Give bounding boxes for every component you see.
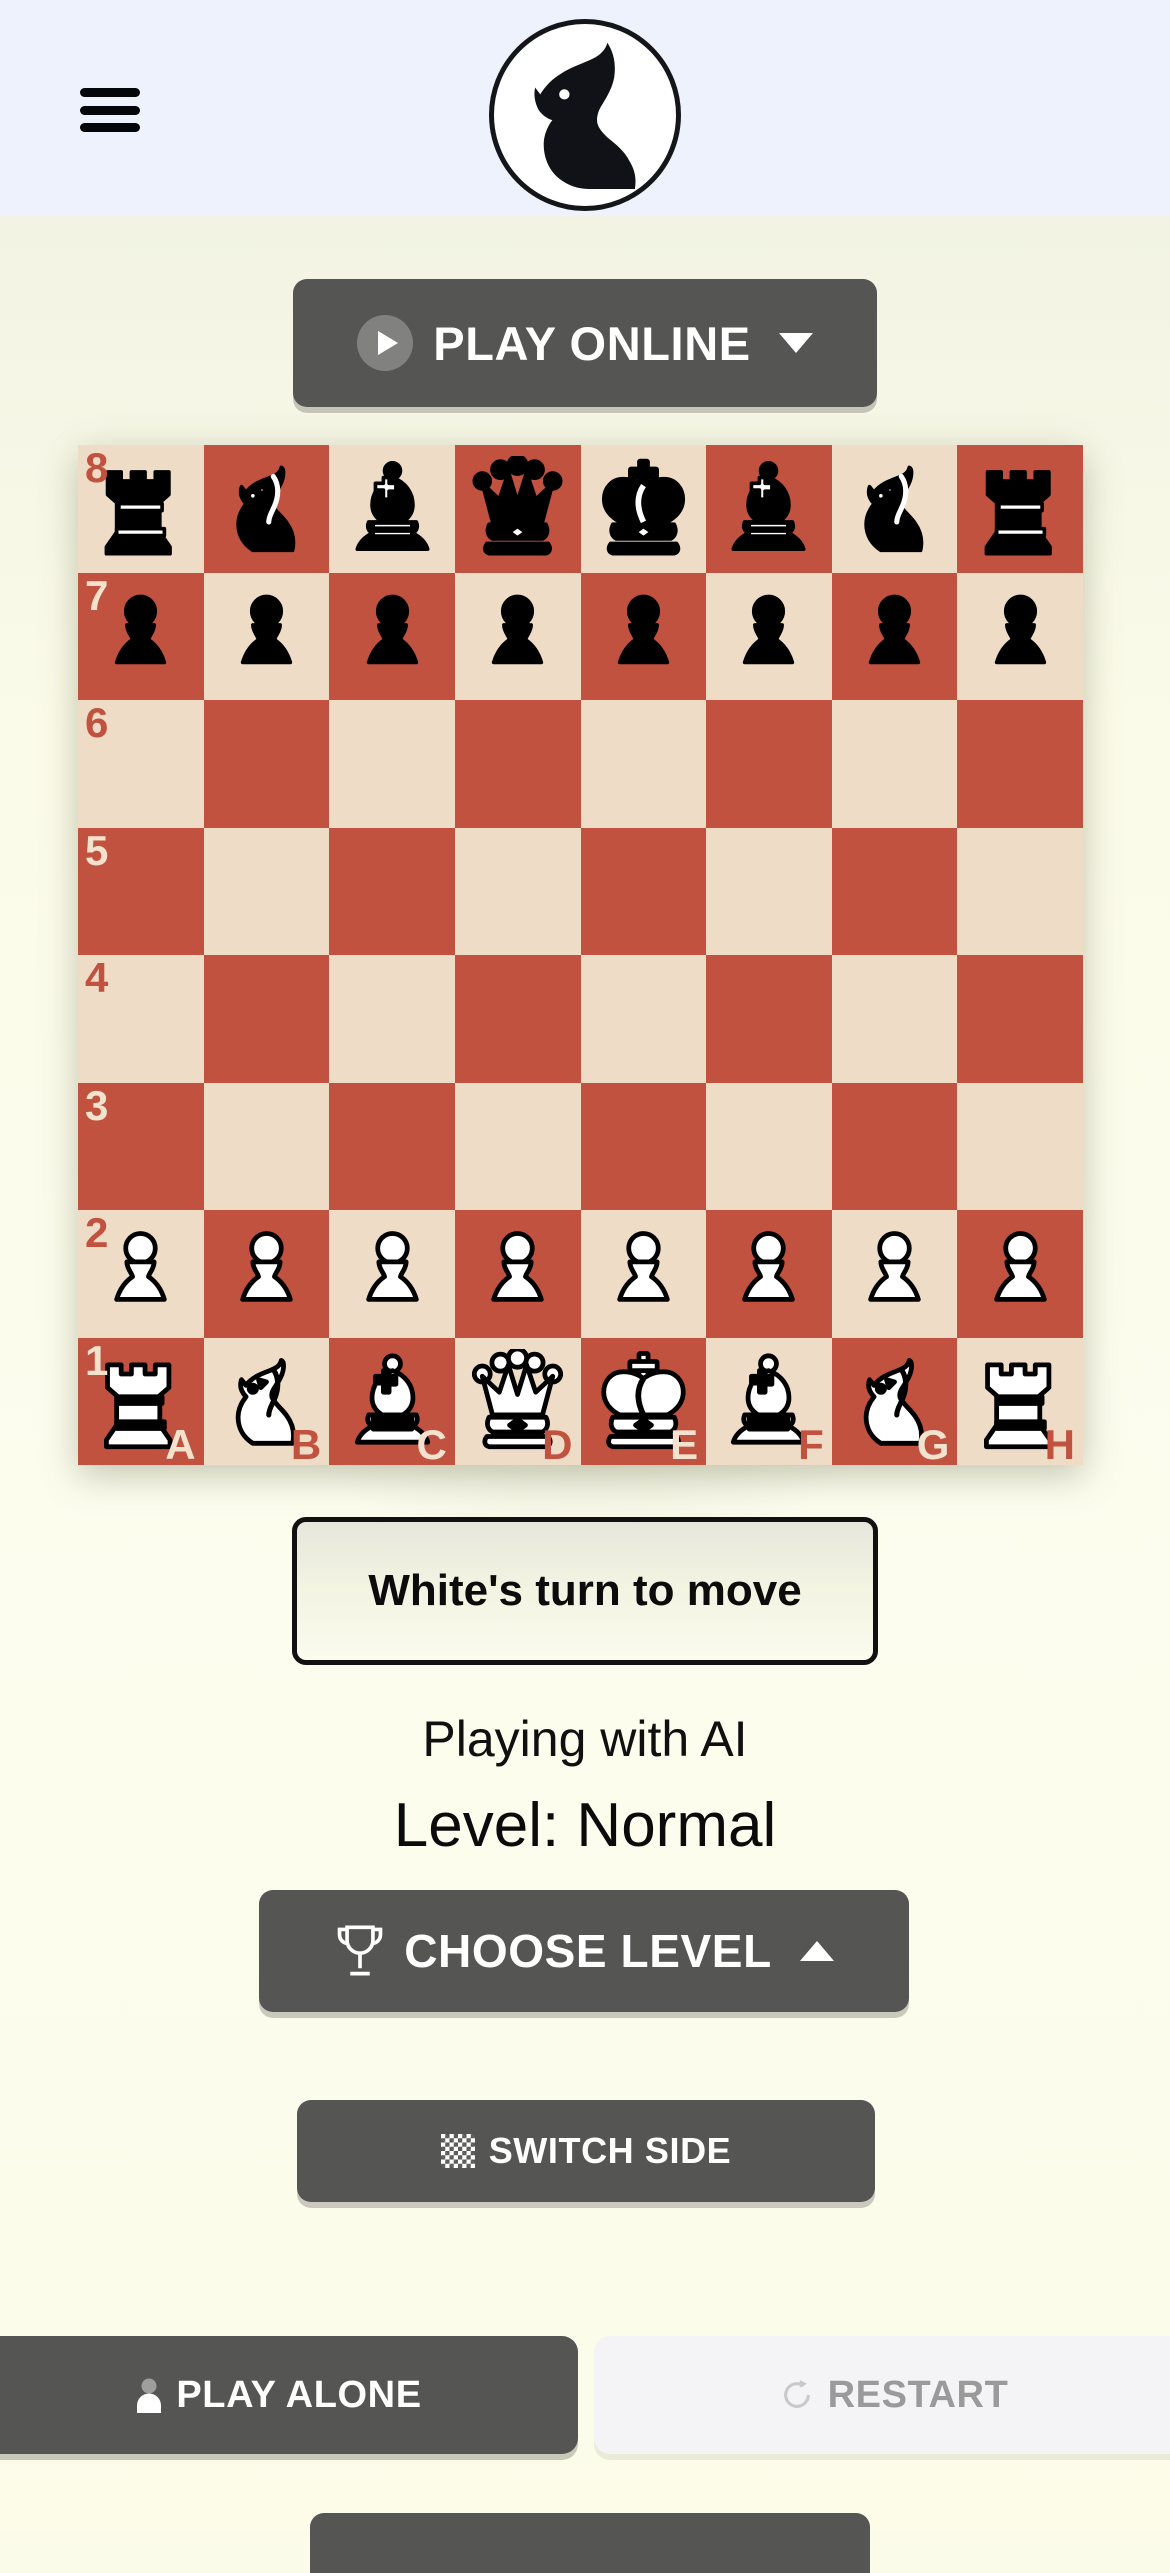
square-b6[interactable]: [203, 700, 330, 828]
chess-board[interactable]: 876 5 4 3 21ABCDEFGH: [78, 445, 1083, 1467]
square-h6[interactable]: [957, 700, 1083, 828]
bottom-partial-button[interactable]: [310, 2513, 870, 2573]
square-e3[interactable]: [580, 1082, 707, 1210]
knight-horse-head-logo: [489, 19, 681, 211]
square-d8-black-queen[interactable]: [454, 445, 581, 573]
square-c8-black-bishop[interactable]: [329, 445, 455, 573]
switch-side-label: SWITCH SIDE: [488, 2130, 732, 2171]
choose-level-label: CHOOSE LEVEL: [404, 1925, 772, 1977]
play-circle-icon: [357, 315, 414, 371]
square-e4[interactable]: [580, 955, 707, 1083]
app-header: [0, 0, 1170, 216]
square-g4[interactable]: [831, 955, 958, 1083]
square-e1-white-king[interactable]: E: [580, 1337, 707, 1467]
square-b3[interactable]: [203, 1082, 330, 1210]
square-c6[interactable]: [329, 700, 455, 828]
square-f4[interactable]: [706, 955, 832, 1083]
chevron-up-icon: [799, 1941, 834, 1961]
person-icon: [137, 2378, 162, 2413]
hamburger-bar: [80, 105, 140, 115]
square-g5[interactable]: [831, 827, 958, 955]
square-c7-black-pawn[interactable]: [329, 572, 455, 700]
restart-label: RESTART: [827, 2373, 1009, 2416]
square-f2-white-pawn[interactable]: [706, 1210, 832, 1338]
hamburger-menu-icon[interactable]: [80, 88, 140, 132]
play-online-label: PLAY ONLINE: [433, 316, 751, 370]
rank-label: 6: [85, 699, 109, 746]
chevron-down-icon: [778, 333, 813, 353]
rank-label: 4: [85, 954, 109, 1001]
square-d7-black-pawn[interactable]: [454, 572, 581, 700]
square-c2-white-pawn[interactable]: [329, 1210, 455, 1338]
choose-level-button[interactable]: CHOOSE LEVEL: [259, 1890, 909, 2012]
playing-mode-text: Playing with AI: [422, 1711, 748, 1767]
square-a3[interactable]: 3: [78, 1081, 204, 1210]
checkerboard-icon: [440, 2134, 475, 2168]
square-h5[interactable]: [957, 827, 1083, 955]
trophy-icon: [337, 1925, 383, 1976]
square-c1-white-bishop[interactable]: C: [329, 1337, 455, 1467]
square-f6[interactable]: [706, 700, 832, 828]
square-e2-white-pawn[interactable]: [580, 1210, 707, 1338]
square-g3[interactable]: [831, 1082, 958, 1210]
square-h1-white-rook[interactable]: H: [957, 1337, 1083, 1467]
square-e7-black-pawn[interactable]: [580, 572, 707, 700]
square-e5[interactable]: [580, 827, 707, 955]
switch-side-button[interactable]: SWITCH SIDE: [297, 2100, 875, 2202]
hamburger-bar: [80, 123, 140, 132]
square-b8-black-knight[interactable]: [203, 445, 330, 573]
square-a5[interactable]: 5: [78, 826, 204, 955]
square-b1-white-knight[interactable]: B: [203, 1337, 330, 1467]
square-c5[interactable]: [329, 827, 455, 955]
square-d6[interactable]: [454, 700, 581, 828]
square-a1-white-rook[interactable]: 1A: [78, 1337, 204, 1467]
square-a2-white-pawn[interactable]: 2: [78, 1210, 204, 1338]
square-g7-black-pawn[interactable]: [831, 572, 958, 700]
square-f7-black-pawn[interactable]: [706, 572, 832, 700]
square-a4[interactable]: 4: [78, 955, 204, 1083]
square-h7-black-pawn[interactable]: [957, 572, 1083, 700]
play-alone-button[interactable]: PLAY ALONE: [0, 2336, 578, 2454]
square-h3[interactable]: [957, 1082, 1083, 1210]
square-d2-white-pawn[interactable]: [454, 1210, 581, 1338]
square-d1-white-queen[interactable]: D: [454, 1337, 581, 1467]
square-d5[interactable]: [454, 827, 581, 955]
play-online-button[interactable]: PLAY ONLINE: [293, 279, 877, 407]
square-f5[interactable]: [706, 827, 832, 955]
square-f3[interactable]: [706, 1082, 832, 1210]
square-e6[interactable]: [580, 700, 707, 828]
turn-status-box: White's turn to move: [292, 1517, 878, 1665]
square-e8-black-king[interactable]: [580, 445, 707, 573]
square-f1-white-bishop[interactable]: F: [706, 1337, 832, 1467]
refresh-icon: [783, 2380, 810, 2408]
square-b2-white-pawn[interactable]: [203, 1210, 330, 1338]
square-d4[interactable]: [454, 955, 581, 1083]
square-h4[interactable]: [957, 955, 1083, 1083]
square-b5[interactable]: [203, 827, 330, 955]
square-b4[interactable]: [203, 955, 330, 1083]
hamburger-bar: [80, 88, 140, 97]
app-logo[interactable]: [489, 19, 681, 211]
square-h2-white-pawn[interactable]: [957, 1210, 1083, 1338]
square-b7-black-pawn[interactable]: [203, 572, 330, 700]
turn-status-text: White's turn to move: [368, 1566, 802, 1615]
square-c4[interactable]: [329, 955, 455, 1083]
square-h8-black-rook[interactable]: [957, 445, 1083, 573]
square-f8-black-bishop[interactable]: [706, 445, 832, 573]
square-c3[interactable]: [329, 1082, 455, 1210]
square-a7-black-pawn[interactable]: 7: [78, 572, 204, 700]
square-g8-black-knight[interactable]: [831, 445, 958, 573]
rank-label: 3: [85, 1081, 109, 1129]
square-a6[interactable]: 6: [78, 700, 204, 828]
square-d3[interactable]: [454, 1082, 581, 1210]
restart-button[interactable]: RESTART: [594, 2336, 1170, 2454]
square-g2-white-pawn[interactable]: [831, 1210, 958, 1338]
square-a8-black-rook[interactable]: 8: [78, 445, 204, 573]
play-alone-label: PLAY ALONE: [176, 2373, 422, 2416]
rank-label: 5: [85, 826, 109, 874]
square-g6[interactable]: [831, 700, 958, 828]
square-g1-white-knight[interactable]: G: [831, 1337, 958, 1467]
level-text: Level: Normal: [393, 1791, 777, 1860]
